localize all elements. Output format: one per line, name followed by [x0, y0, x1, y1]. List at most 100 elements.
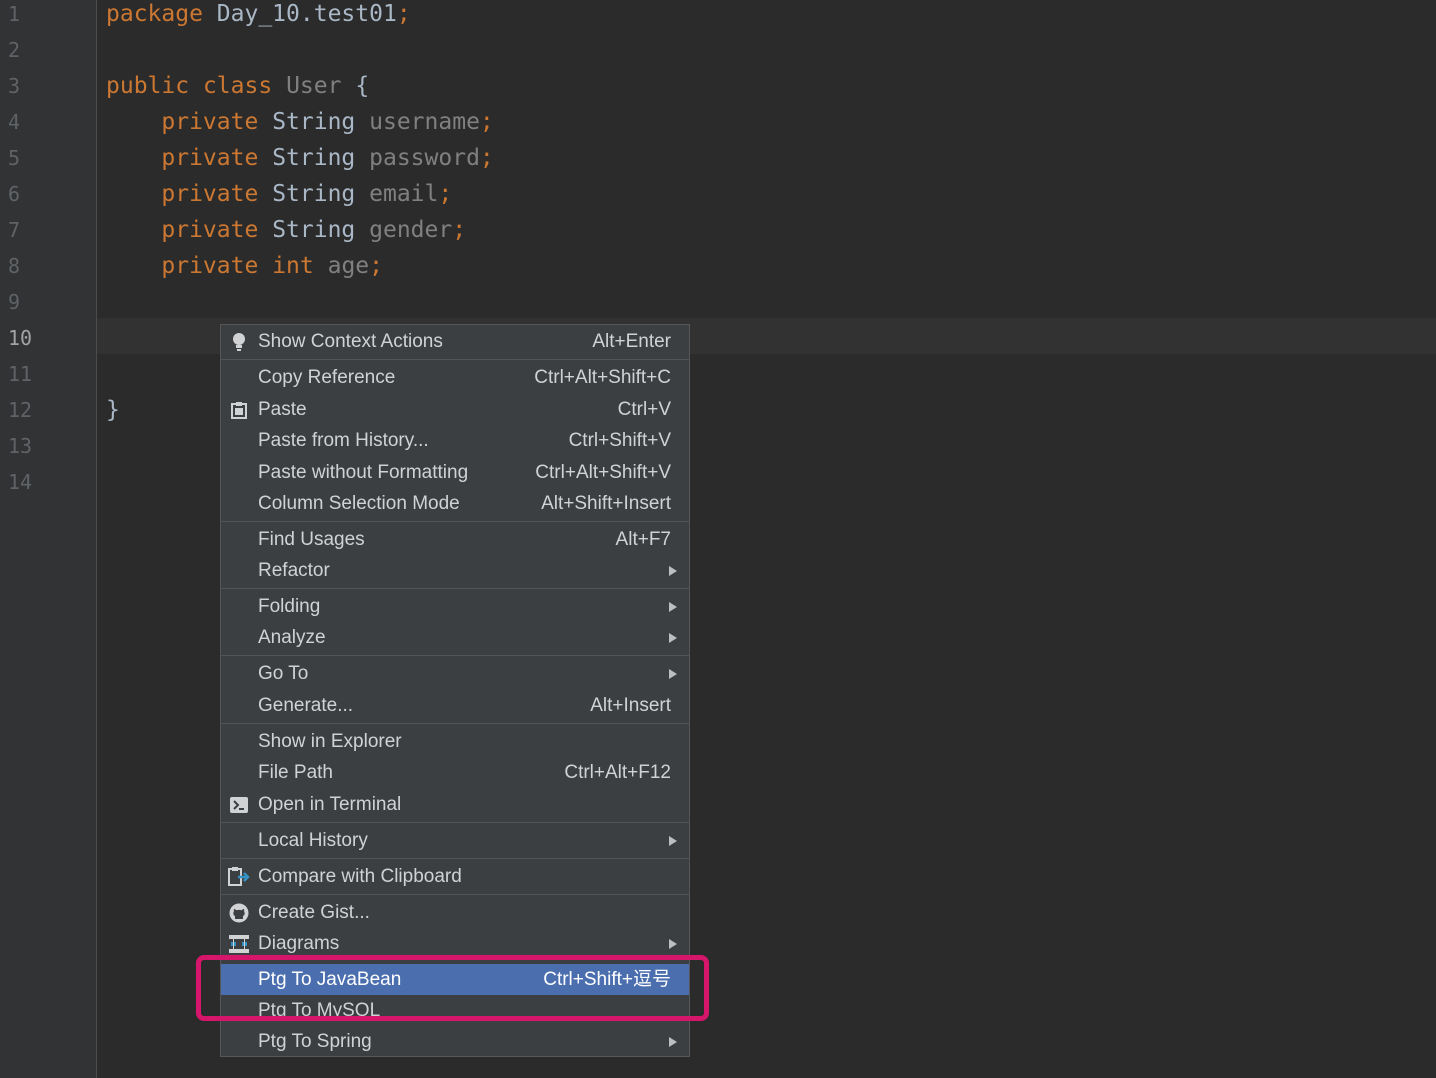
- menu-item-show-context-actions[interactable]: Show Context Actions Alt+Enter: [221, 326, 689, 357]
- line-number: 11: [8, 362, 33, 386]
- menu-item-label: File Path: [258, 762, 333, 783]
- menu-item-show-in-explorer[interactable]: Show in Explorer: [221, 726, 689, 757]
- menu-item-label: Paste from History...: [258, 430, 429, 451]
- field-name: age: [327, 253, 370, 279]
- type-name: String: [272, 109, 356, 135]
- line-number: 14: [8, 470, 33, 494]
- line-number: 13: [8, 434, 33, 458]
- menu-item-label: Analyze: [258, 627, 326, 648]
- package-name: Day_10.test01: [216, 1, 397, 27]
- submenu-arrow-icon: [669, 836, 677, 846]
- line-number: 7: [8, 218, 21, 242]
- type-name: String: [272, 181, 356, 207]
- line-number: 3: [8, 74, 21, 98]
- modifier: private: [161, 253, 259, 279]
- menu-item-compare-with-clipboard[interactable]: Compare with Clipboard: [221, 861, 689, 892]
- code-line-package: package Day_10.test01;: [106, 0, 411, 32]
- brace: }: [106, 397, 120, 423]
- type-name: String: [272, 145, 356, 171]
- menu-item-analyze[interactable]: Analyze: [221, 622, 689, 653]
- code-line-field: private String username;: [106, 104, 494, 140]
- submenu-arrow-icon: [669, 1037, 677, 1047]
- menu-item-ptg-to-spring[interactable]: Ptg To Spring: [221, 1026, 689, 1057]
- menu-item-local-history[interactable]: Local History: [221, 825, 689, 856]
- menu-separator: [221, 723, 689, 724]
- code-line-closing-brace: }: [106, 392, 120, 428]
- menu-item-label: Paste: [258, 399, 307, 420]
- menu-item-column-selection-mode[interactable]: Column Selection Mode Alt+Shift+Insert: [221, 488, 689, 519]
- submenu-arrow-icon: [669, 602, 677, 612]
- semicolon: ;: [479, 145, 494, 171]
- menu-item-find-usages[interactable]: Find Usages Alt+F7: [221, 524, 689, 555]
- line-number: 1: [8, 2, 21, 26]
- field-name: username: [369, 109, 480, 135]
- menu-item-label: Copy Reference: [258, 367, 396, 388]
- keyword: package: [106, 1, 203, 27]
- menu-item-open-in-terminal[interactable]: Open in Terminal: [221, 789, 689, 820]
- modifier: private: [161, 109, 259, 135]
- clipboard-icon: [228, 399, 250, 421]
- keyword: public: [106, 73, 190, 99]
- menu-item-label: Paste without Formatting: [258, 462, 469, 483]
- menu-item-shortcut: Alt+Insert: [590, 695, 671, 716]
- menu-item-label: Compare with Clipboard: [258, 866, 462, 887]
- code-line-field: private String email;: [106, 176, 452, 212]
- menu-item-paste-without-formatting[interactable]: Paste without Formatting Ctrl+Alt+Shift+…: [221, 457, 689, 488]
- line-number: 6: [8, 182, 21, 206]
- code-line-field: private String gender;: [106, 212, 466, 248]
- submenu-arrow-icon: [669, 939, 677, 949]
- line-number: 12: [8, 398, 33, 422]
- menu-item-label: Show in Explorer: [258, 731, 402, 752]
- menu-item-label: Generate...: [258, 695, 354, 716]
- menu-item-generate[interactable]: Generate... Alt+Insert: [221, 690, 689, 721]
- menu-separator: [221, 521, 689, 522]
- menu-item-paste-from-history[interactable]: Paste from History... Ctrl+Shift+V: [221, 425, 689, 456]
- field-name: password: [369, 145, 480, 171]
- line-number: 9: [8, 290, 21, 314]
- brace: {: [355, 73, 370, 99]
- diagram-icon: [228, 933, 250, 955]
- modifier: private: [161, 181, 259, 207]
- menu-item-label: Refactor: [258, 560, 330, 581]
- submenu-arrow-icon: [669, 669, 677, 679]
- semicolon: ;: [369, 253, 383, 279]
- menu-item-label: Show Context Actions: [258, 331, 443, 352]
- menu-item-folding[interactable]: Folding: [221, 591, 689, 622]
- menu-item-label: Open in Terminal: [258, 794, 402, 815]
- menu-item-file-path[interactable]: File Path Ctrl+Alt+F12: [221, 757, 689, 788]
- code-line-field: private int age;: [106, 248, 383, 284]
- terminal-icon: [228, 794, 250, 816]
- class-name: User: [286, 73, 342, 99]
- menu-item-create-gist[interactable]: Create Gist...: [221, 897, 689, 928]
- menu-item-label: Go To: [258, 663, 309, 684]
- submenu-arrow-icon: [669, 633, 677, 643]
- compare-icon: [228, 866, 250, 888]
- lightbulb-icon: [228, 331, 250, 353]
- line-number: 2: [8, 38, 21, 62]
- menu-separator: [221, 822, 689, 823]
- modifier: private: [161, 145, 259, 171]
- submenu-arrow-icon: [669, 566, 677, 576]
- menu-item-go-to[interactable]: Go To: [221, 658, 689, 689]
- menu-item-label: Column Selection Mode: [258, 493, 460, 514]
- line-number: 5: [8, 146, 21, 170]
- semicolon: ;: [438, 181, 453, 207]
- context-menu: Show Context Actions Alt+Enter Copy Refe…: [220, 324, 690, 1057]
- menu-separator: [221, 655, 689, 656]
- menu-separator: [221, 588, 689, 589]
- menu-item-label: Ptg To Spring: [258, 1031, 372, 1052]
- type-name: int: [272, 253, 314, 279]
- menu-item-shortcut: Ctrl+Shift+V: [568, 430, 671, 451]
- menu-item-copy-reference[interactable]: Copy Reference Ctrl+Alt+Shift+C: [221, 362, 689, 393]
- menu-separator: [221, 858, 689, 859]
- menu-item-shortcut: Alt+Shift+Insert: [541, 493, 671, 514]
- menu-item-paste[interactable]: Paste Ctrl+V: [221, 394, 689, 425]
- line-number-gutter: 1 2 3 4 5 6 7 8 9 10 11 12 13 14: [0, 0, 97, 1078]
- annotation-highlight-box: [196, 955, 709, 1021]
- menu-item-shortcut: Ctrl+Alt+Shift+C: [534, 367, 671, 388]
- menu-separator: [221, 894, 689, 895]
- menu-item-refactor[interactable]: Refactor: [221, 555, 689, 586]
- semicolon: ;: [479, 109, 494, 135]
- menu-item-label: Find Usages: [258, 529, 365, 550]
- github-icon: [228, 902, 250, 924]
